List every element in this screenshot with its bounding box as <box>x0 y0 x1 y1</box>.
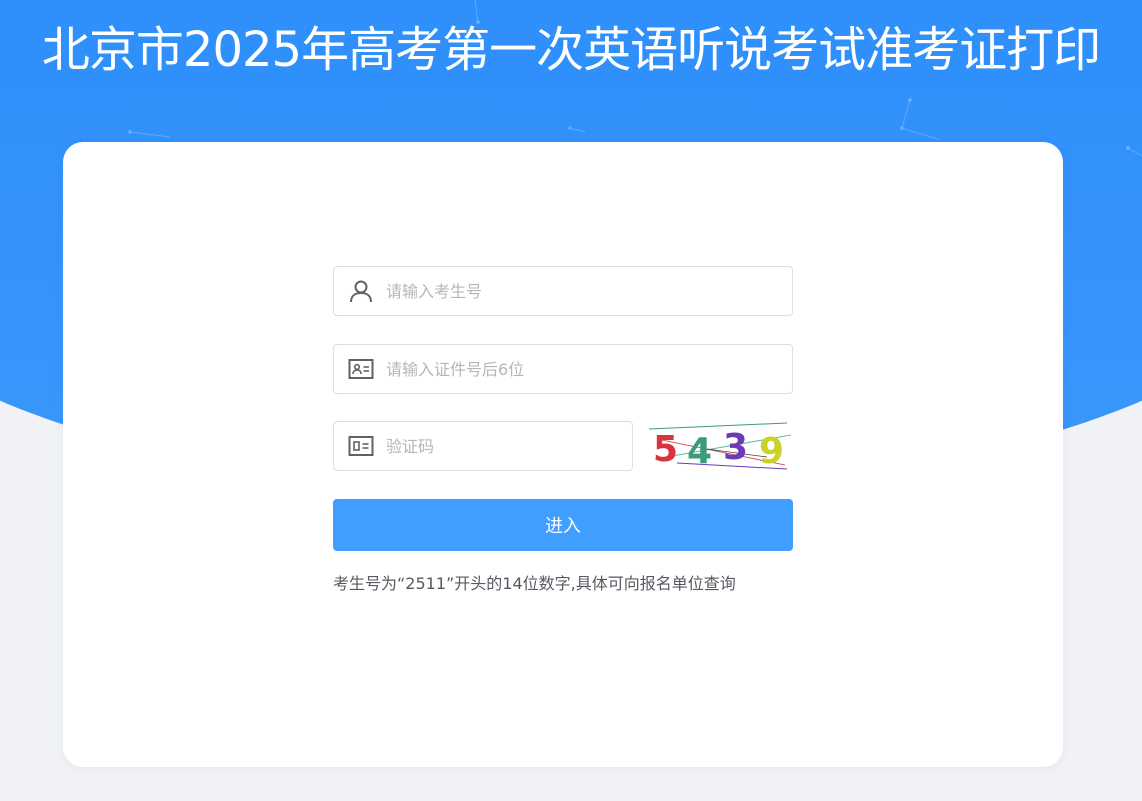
page: 北京市2025年高考第一次英语听说考试准考证打印 请输入考生号 请输入证件号后6… <box>0 0 1142 801</box>
id-number-input[interactable] <box>386 345 792 393</box>
captcha-digit: 5 <box>653 429 678 470</box>
enter-button[interactable]: 进入 <box>333 499 793 551</box>
captcha-field[interactable] <box>333 421 633 471</box>
exam-number-hint: 考生号为“2511”开头的14位数字,具体可向报名单位查询 <box>333 574 736 593</box>
id-card-icon <box>348 356 374 382</box>
user-icon <box>348 278 374 304</box>
captcha-card-icon <box>348 433 374 459</box>
id-number-field[interactable] <box>333 344 793 394</box>
captcha-digit: 9 <box>759 431 784 472</box>
captcha-input[interactable] <box>386 422 632 470</box>
page-title: 北京市2025年高考第一次英语听说考试准考证打印 <box>41 22 1101 78</box>
captcha-digit: 4 <box>687 431 712 472</box>
captcha-digit: 3 <box>723 427 748 468</box>
exam-number-input[interactable] <box>386 267 792 315</box>
captcha-image[interactable]: 5 4 3 9 <box>647 419 793 473</box>
login-card: 5 4 3 9 进入 考生号为“2511”开头的14位数字,具体可向报名单位查询 <box>63 142 1063 767</box>
exam-number-field[interactable] <box>333 266 793 316</box>
